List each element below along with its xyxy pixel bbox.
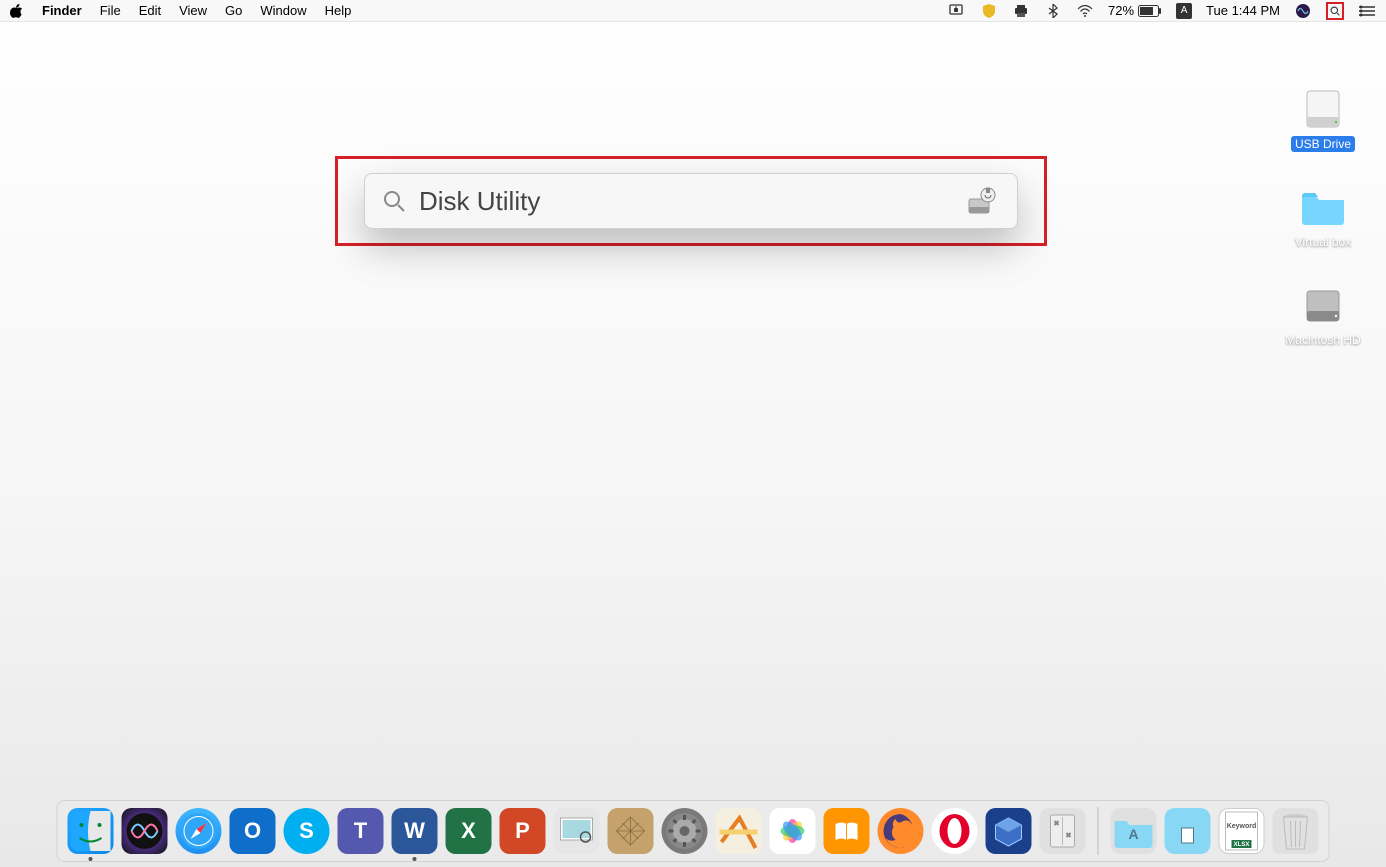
dock: O S T W X P A Keyword XLSX: [57, 800, 1330, 862]
active-app-name[interactable]: Finder: [42, 3, 82, 18]
battery-percent: 72%: [1108, 3, 1134, 18]
dock-app-outlook[interactable]: O: [230, 808, 276, 854]
menu-go[interactable]: Go: [225, 3, 242, 18]
folder-icon: [1299, 188, 1347, 228]
menu-file[interactable]: File: [100, 3, 121, 18]
menu-window[interactable]: Window: [260, 3, 306, 18]
dock-app-system-preferences[interactable]: [662, 808, 708, 854]
dock-app-utilities[interactable]: [1040, 808, 1086, 854]
svg-text:XLSX: XLSX: [1234, 842, 1250, 848]
desktop-item-usb-drive[interactable]: USB Drive: [1278, 90, 1368, 152]
dock-app-books[interactable]: [824, 808, 870, 854]
svg-text:Keyword: Keyword: [1227, 823, 1257, 830]
dock-app-teams[interactable]: T: [338, 808, 384, 854]
dock-folder-documents[interactable]: [1165, 808, 1211, 854]
bluetooth-icon[interactable]: [1044, 2, 1062, 20]
dock-folder-applications[interactable]: A: [1111, 808, 1157, 854]
running-indicator: [89, 857, 93, 861]
dock-app-photos[interactable]: [770, 808, 816, 854]
dock-trash[interactable]: [1273, 808, 1319, 854]
dock-separator: [1098, 807, 1099, 855]
dock-app-word[interactable]: W: [392, 808, 438, 854]
dock-app-powerpoint[interactable]: P: [500, 808, 546, 854]
printer-icon[interactable]: [1012, 2, 1030, 20]
notification-center-icon[interactable]: [1358, 2, 1376, 20]
siri-icon[interactable]: [1294, 2, 1312, 20]
dock-app-virtualbox[interactable]: [986, 808, 1032, 854]
dock-app-preview[interactable]: [554, 808, 600, 854]
desktop-icons: USB Drive Virtual box Macintosh HD: [1278, 90, 1368, 348]
spotlight-highlight-box: [335, 156, 1047, 246]
lock-screen-icon[interactable]: [948, 2, 966, 20]
apple-menu-icon[interactable]: [10, 4, 24, 18]
dock-app-safari[interactable]: [176, 808, 222, 854]
menu-help[interactable]: Help: [325, 3, 352, 18]
battery-status[interactable]: 72%: [1108, 3, 1162, 18]
clock[interactable]: Tue 1:44 PM: [1206, 3, 1280, 18]
spotlight-search[interactable]: [364, 173, 1018, 229]
dock-file-keyword[interactable]: Keyword XLSX: [1219, 808, 1265, 854]
desktop-item-label: Macintosh HD: [1281, 332, 1364, 348]
menu-bar-right: 72% A Tue 1:44 PM: [948, 2, 1376, 20]
menu-edit[interactable]: Edit: [139, 3, 161, 18]
keyboard-input-icon[interactable]: A: [1176, 3, 1192, 19]
internal-disk-icon: [1299, 286, 1347, 326]
shield-icon[interactable]: [980, 2, 998, 20]
dock-app-siri[interactable]: [122, 808, 168, 854]
dock-app-skype[interactable]: S: [284, 808, 330, 854]
desktop-item-virtual-box[interactable]: Virtual box: [1278, 188, 1368, 250]
menu-bar-left: Finder File Edit View Go Window Help: [10, 3, 351, 18]
external-disk-icon: [1299, 90, 1347, 130]
desktop-item-macintosh-hd[interactable]: Macintosh HD: [1278, 286, 1368, 348]
wifi-icon[interactable]: [1076, 2, 1094, 20]
dock-app-sketch[interactable]: [608, 808, 654, 854]
dock-app-maps[interactable]: [716, 808, 762, 854]
search-icon: [383, 190, 405, 212]
running-indicator: [413, 857, 417, 861]
spotlight-menu-icon[interactable]: [1326, 2, 1344, 20]
spotlight-input[interactable]: [419, 186, 951, 217]
svg-text:A: A: [1128, 826, 1138, 842]
dock-app-excel[interactable]: X: [446, 808, 492, 854]
desktop-item-label: USB Drive: [1291, 136, 1355, 152]
dock-app-finder[interactable]: [68, 808, 114, 854]
desktop-item-label: Virtual box: [1291, 234, 1355, 250]
menu-view[interactable]: View: [179, 3, 207, 18]
dock-app-opera[interactable]: [932, 808, 978, 854]
menu-bar: Finder File Edit View Go Window Help 72%…: [0, 0, 1386, 22]
disk-utility-icon: [965, 184, 999, 218]
dock-app-firefox[interactable]: [878, 808, 924, 854]
